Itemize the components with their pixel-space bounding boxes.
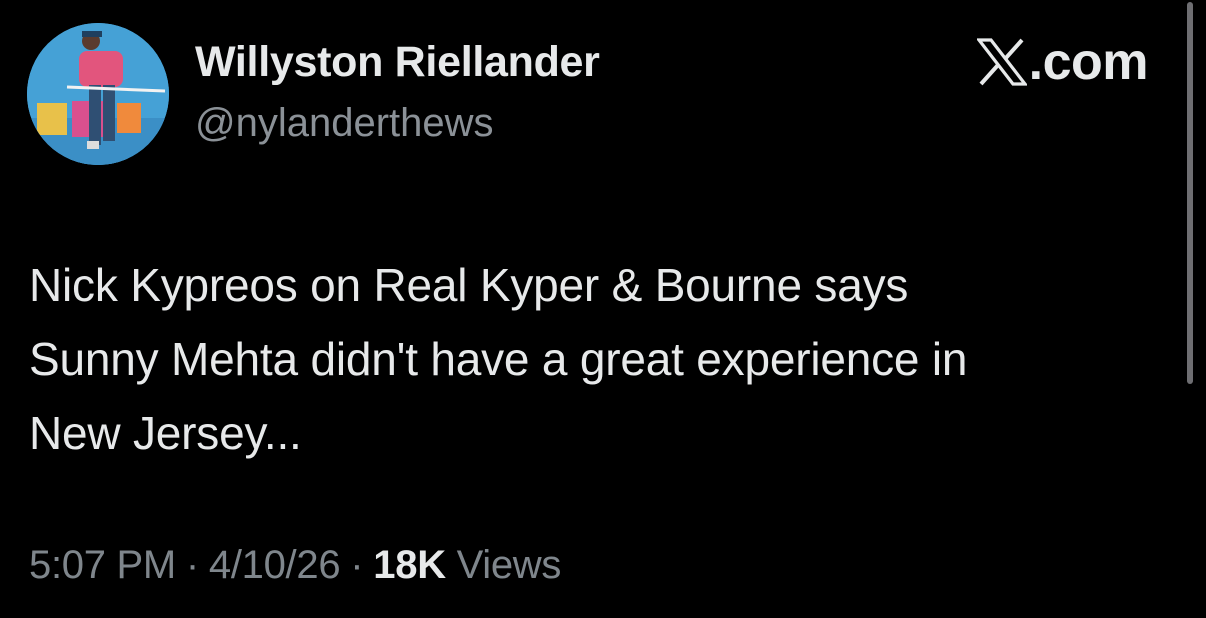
meta-separator: · xyxy=(350,543,364,587)
author-display-name[interactable]: Willyston Riellander xyxy=(195,38,600,87)
x-brand-label: .com xyxy=(976,33,1149,91)
tweet-text-line: Sunny Mehta didn't have a great experien… xyxy=(29,333,968,385)
tweet-metadata: 5:07 PM · 4/10/26 · 18K Views xyxy=(29,543,561,588)
avatar-image xyxy=(27,23,169,165)
meta-separator: · xyxy=(185,543,199,587)
tweet-time[interactable]: 5:07 PM xyxy=(29,543,176,587)
tweet-text-line: New Jersey... xyxy=(29,407,302,459)
tweet-date[interactable]: 4/10/26 xyxy=(209,543,341,587)
tweet-text-line: Nick Kypreos on Real Kyper & Bourne says xyxy=(29,259,909,311)
views-count[interactable]: 18K xyxy=(373,543,446,587)
author-handle[interactable]: @nylanderthews xyxy=(195,101,494,146)
scrollbar[interactable] xyxy=(1187,2,1193,384)
tweet-body-text: Nick Kypreos on Real Kyper & Bourne says… xyxy=(29,248,1169,470)
tweet-card: Willyston Riellander @nylanderthews .com… xyxy=(0,0,1206,618)
brand-domain-text: .com xyxy=(1028,33,1149,91)
views-label: Views xyxy=(456,543,562,587)
profile-avatar[interactable] xyxy=(27,23,169,165)
x-logo-icon xyxy=(976,38,1027,86)
